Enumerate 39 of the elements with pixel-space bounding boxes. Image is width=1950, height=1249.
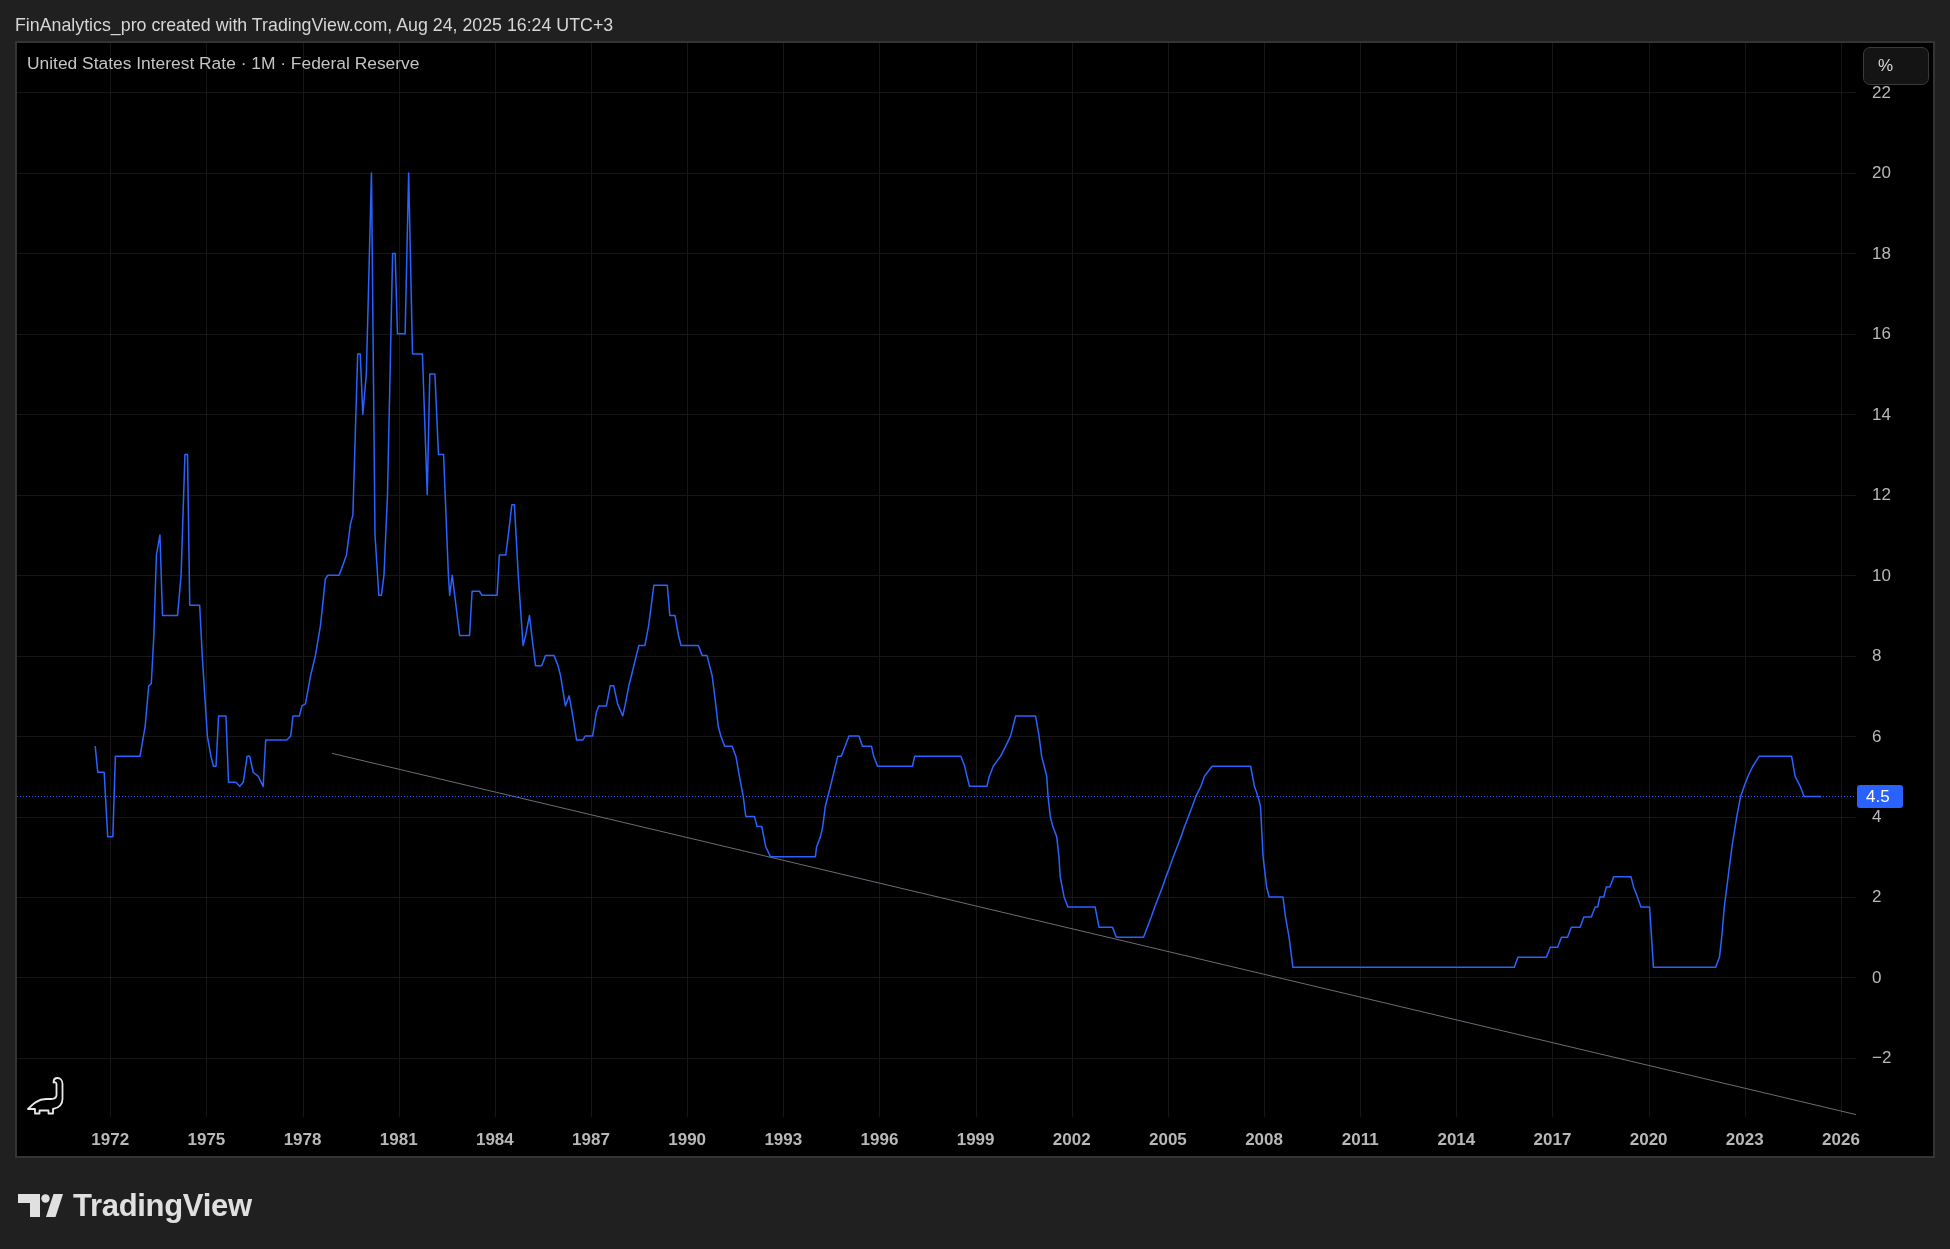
x-axis-label: 1984 — [475, 1129, 514, 1149]
x-axis-label: 2020 — [1629, 1129, 1668, 1149]
y-axis-label: 14 — [1872, 404, 1891, 424]
x-axis-label: 1990 — [668, 1129, 707, 1149]
y-axis-label: 4 — [1872, 807, 1882, 826]
brand-name: TradingView — [73, 1190, 252, 1221]
dinosaur-icon[interactable] — [27, 1077, 65, 1115]
logo-mark-icon — [18, 1194, 63, 1217]
chart-title: United States Interest Rate · 1M · Federal Reserve — [27, 53, 420, 73]
unit-button[interactable]: % — [1863, 47, 1929, 85]
y-axis-label: 2 — [1872, 887, 1882, 907]
x-axis-label: 1975 — [187, 1129, 226, 1149]
y-axis-label: 18 — [1872, 243, 1891, 263]
x-axis-label: 1996 — [860, 1129, 899, 1149]
x-axis-label: 1981 — [379, 1129, 418, 1149]
x-axis-label: 2026 — [1822, 1129, 1860, 1149]
y-axis-label: 0 — [1872, 967, 1882, 987]
x-axis-label: 2005 — [1149, 1129, 1187, 1149]
x-axis-label: 2002 — [1052, 1129, 1091, 1149]
x-axis-label: 1993 — [764, 1129, 803, 1149]
y-axis-label: 16 — [1872, 324, 1891, 344]
y-axis-label: 22 — [1872, 83, 1891, 102]
x-axis-label: 2008 — [1245, 1129, 1283, 1149]
y-axis-label: 20 — [1872, 163, 1891, 183]
y-axis-label: 10 — [1872, 565, 1891, 585]
x-axis-label: 2023 — [1725, 1129, 1764, 1149]
last-value-label: 4.5 — [1857, 784, 1903, 808]
snapshot-caption: FinAnalytics_pro created with TradingView.com, Aug 24, 2025 16:24 UTC+3 — [14, 14, 615, 38]
x-axis-label: 2011 — [1341, 1129, 1379, 1149]
y-axis-label: 8 — [1872, 646, 1882, 666]
y-axis-label: 12 — [1872, 485, 1891, 505]
x-axis-label: 2017 — [1533, 1129, 1572, 1149]
x-axis-label: 2014 — [1437, 1129, 1476, 1149]
y-axis-label: 6 — [1872, 726, 1882, 746]
x-axis-label: 1972 — [91, 1129, 130, 1149]
y-axis-label: −2 — [1872, 1048, 1892, 1068]
x-axis-label: 1999 — [956, 1129, 995, 1149]
x-axis-label: 1987 — [572, 1129, 610, 1149]
x-axis-label: 1978 — [283, 1129, 322, 1149]
